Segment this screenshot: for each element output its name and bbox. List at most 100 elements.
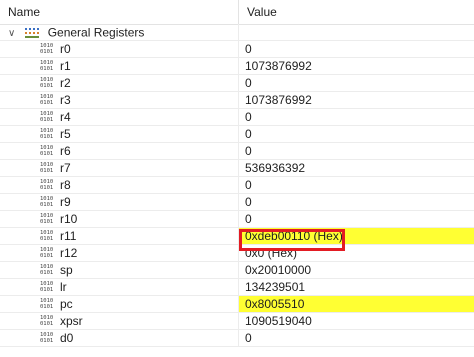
register-name: sp [60,263,73,277]
register-icon-text: 0101 [40,287,54,293]
chevron-down-icon[interactable]: ∨ [8,25,18,42]
register-icon-text: 0101 [40,253,54,259]
register-value[interactable]: 0 [238,41,474,57]
register-row[interactable]: 1010 0101 r0 0 [0,41,474,58]
register-row[interactable]: 1010 0101 r6 0 [0,143,474,160]
register-icon: 1010 0101 [40,298,55,310]
register-value[interactable]: 536936392 [238,160,474,176]
register-icon: 1010 0101 [40,162,55,174]
register-row[interactable]: 1010 0101 r10 0 [0,211,474,228]
register-row[interactable]: 1010 0101 r1 1073876992 [0,58,474,75]
register-name: pc [60,297,73,311]
register-value[interactable]: 0 [238,126,474,142]
register-value[interactable]: 0 [238,211,474,227]
register-row[interactable]: 1010 0101 d0 0 [0,330,474,347]
register-name-cell: 1010 0101 r12 [0,245,238,261]
registers-view: Name Value ∨ General Registers 1010 0101… [0,0,474,357]
register-icon-text: 0101 [40,338,54,344]
register-name: r6 [60,144,71,158]
register-value[interactable]: 0x8005510 [238,296,474,312]
register-name-cell: 1010 0101 d0 [0,330,238,346]
register-icon: 1010 0101 [40,247,55,259]
register-name-cell: 1010 0101 sp [0,262,238,278]
register-name-cell: 1010 0101 r5 [0,126,238,142]
register-value[interactable]: 0 [238,75,474,91]
group-name-cell: ∨ General Registers [0,24,246,40]
register-name: xpsr [60,314,83,328]
register-name: lr [60,280,67,294]
value-column-header[interactable]: Value [238,0,474,24]
register-icon-text: 0101 [40,134,54,140]
register-icon: 1010 0101 [40,196,55,208]
register-name: r3 [60,93,71,107]
register-name: r12 [60,246,78,260]
register-value[interactable]: 0 [238,109,474,125]
register-icon-text: 0101 [40,117,54,123]
register-row[interactable]: 1010 0101 lr 134239501 [0,279,474,296]
register-name: r8 [60,178,71,192]
register-row[interactable]: 1010 0101 r8 0 [0,177,474,194]
register-icon: 1010 0101 [40,264,55,276]
register-icon-text: 0101 [40,304,54,310]
register-row[interactable]: 1010 0101 r2 0 [0,75,474,92]
register-name-cell: 1010 0101 r9 [0,194,238,210]
register-name-cell: 1010 0101 r2 [0,75,238,91]
register-value[interactable]: 1090519040 [238,313,474,329]
group-row-general-registers[interactable]: ∨ General Registers [0,24,474,41]
register-row[interactable]: 1010 0101 r11 0xdeb00110 (Hex) [0,228,474,245]
register-row[interactable]: 1010 0101 r9 0 [0,194,474,211]
register-name-cell: 1010 0101 r4 [0,109,238,125]
register-name-cell: 1010 0101 r10 [0,211,238,227]
register-name-cell: 1010 0101 r11 [0,228,238,244]
register-icon: 1010 0101 [40,281,55,293]
group-label: General Registers [47,25,145,40]
register-name-cell: 1010 0101 r1 [0,58,238,74]
register-icon: 1010 0101 [40,77,55,89]
register-row[interactable]: 1010 0101 r3 1073876992 [0,92,474,109]
register-value[interactable]: 134239501 [238,279,474,295]
register-name-cell: 1010 0101 r0 [0,41,238,57]
register-icon-text: 0101 [40,202,54,208]
register-name-cell: 1010 0101 pc [0,296,238,312]
register-name: d0 [60,331,74,345]
register-value[interactable]: 0x20010000 [238,262,474,278]
register-name: r10 [60,212,78,226]
register-icon: 1010 0101 [40,94,55,106]
register-name-cell: 1010 0101 r3 [0,92,238,108]
register-value[interactable]: 1073876992 [238,92,474,108]
register-row[interactable]: 1010 0101 xpsr 1090519040 [0,313,474,330]
register-row[interactable]: 1010 0101 sp 0x20010000 [0,262,474,279]
register-icon-text: 0101 [40,100,54,106]
register-icon: 1010 0101 [40,145,55,157]
register-name-cell: 1010 0101 r6 [0,143,238,159]
register-value[interactable]: 1073876992 [238,58,474,74]
register-icon-text: 0101 [40,83,54,89]
register-value[interactable]: 0x0 (Hex) [238,245,474,261]
register-row[interactable]: 1010 0101 r5 0 [0,126,474,143]
register-icon-text: 0101 [40,321,54,327]
register-icon-text: 0101 [40,219,54,225]
register-name-cell: 1010 0101 r7 [0,160,238,176]
register-row[interactable]: 1010 0101 r12 0x0 (Hex) [0,245,474,262]
register-icon-text: 0101 [40,236,54,242]
register-icon: 1010 0101 [40,43,55,55]
register-name: r5 [60,127,71,141]
register-row[interactable]: 1010 0101 r7 536936392 [0,160,474,177]
register-name: r7 [60,161,71,175]
register-value[interactable]: 0 [238,330,474,346]
register-row[interactable]: 1010 0101 pc 0x8005510 [0,296,474,313]
name-column-header[interactable]: Name [0,0,238,24]
register-value[interactable]: 0xdeb00110 (Hex) [238,228,474,244]
register-name-cell: 1010 0101 xpsr [0,313,238,329]
register-row[interactable]: 1010 0101 r4 0 [0,109,474,126]
register-icon: 1010 0101 [40,128,55,140]
register-value[interactable]: 0 [238,194,474,210]
register-tree: ∨ General Registers 1010 0101 r0 0 1010 0101 r… [0,24,474,347]
register-icon: 1010 0101 [40,315,55,327]
register-icon-text: 0101 [40,185,54,191]
register-value[interactable]: 0 [238,177,474,193]
register-value[interactable]: 0 [238,143,474,159]
register-icon: 1010 0101 [40,332,55,344]
register-name: r4 [60,110,71,124]
register-icon: 1010 0101 [40,60,55,72]
